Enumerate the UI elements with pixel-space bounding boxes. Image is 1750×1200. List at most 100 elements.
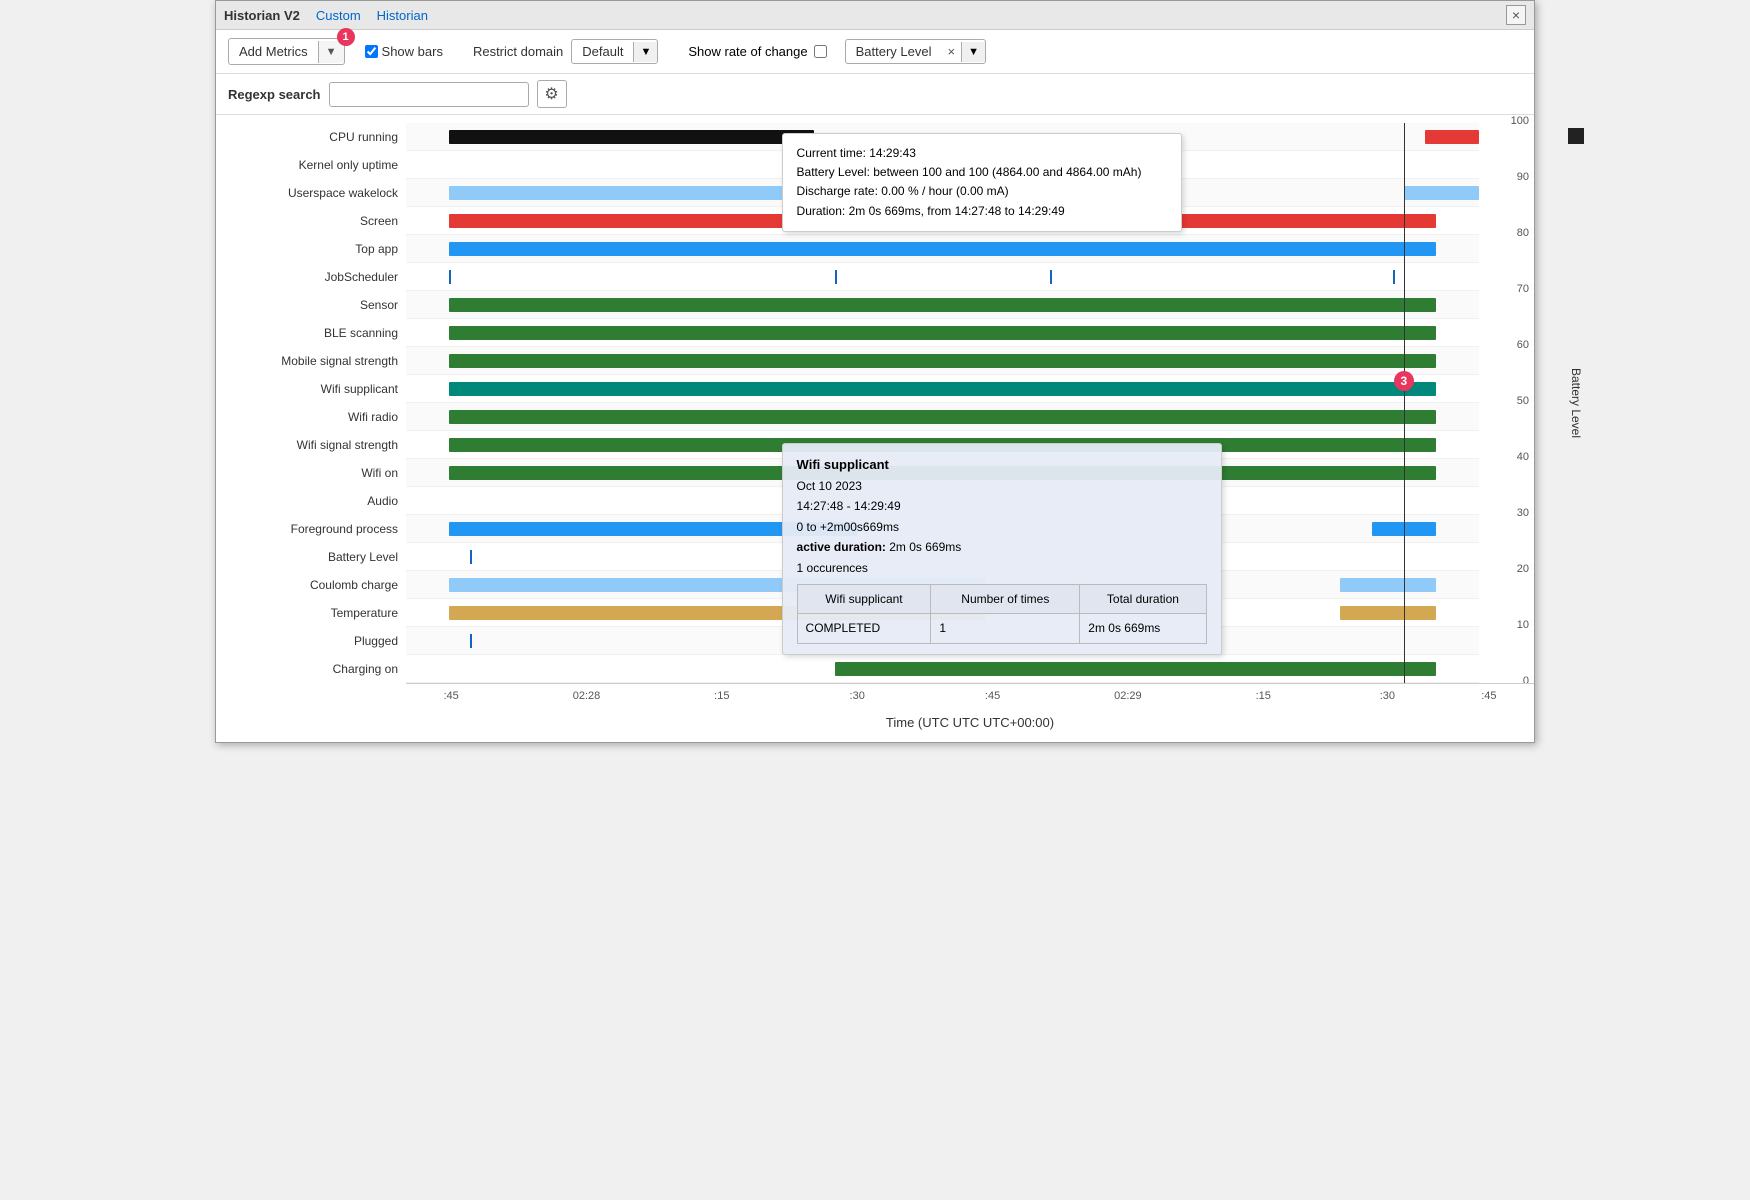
- x-axis: :4502:28:15:30:4502:29:15:30:45: [406, 683, 1534, 711]
- y-axis-label: 60: [1517, 339, 1529, 351]
- metric-bar: [449, 298, 1436, 312]
- restrict-domain-arrow[interactable]: ▼: [633, 42, 657, 62]
- y-axis: Battery Level 1009080706050403020100: [1479, 123, 1534, 683]
- battery-legend-square: [1568, 128, 1584, 144]
- chart-row: Charging on: [406, 655, 1479, 683]
- search-bar: Regexp search ⚙: [216, 74, 1534, 115]
- metric-label: Wifi signal strength: [216, 438, 406, 452]
- restrict-domain-label: Restrict domain: [473, 44, 563, 59]
- metric-bar: [449, 242, 1436, 256]
- battery-level-close-icon[interactable]: ×: [941, 40, 961, 63]
- y-axis-label: 100: [1511, 115, 1529, 127]
- title-bar: Historian V2 Custom Historian ×: [216, 1, 1534, 30]
- show-bars-label: Show bars: [382, 44, 443, 59]
- metric-bar: [449, 410, 1436, 424]
- metric-bar-area: [406, 403, 1479, 430]
- metric-label: Temperature: [216, 606, 406, 620]
- battery-level-button[interactable]: Battery Level × ▼: [845, 39, 986, 64]
- y-axis-label: 20: [1517, 563, 1529, 575]
- show-bars-checkbox[interactable]: [365, 45, 378, 58]
- x-axis-label: :45: [443, 690, 458, 702]
- chart-row: JobScheduler: [406, 263, 1479, 291]
- x-axis-label: :45: [985, 690, 1000, 702]
- battery-level-label: Battery Level: [846, 40, 942, 63]
- chart-area: CPU runningKernel only uptimeUserspace w…: [406, 123, 1479, 683]
- table-header-0: Wifi supplicant: [797, 585, 931, 614]
- tooltip-upper: Current time: 14:29:43 Battery Level: be…: [782, 133, 1182, 232]
- x-axis-label: :30: [850, 690, 865, 702]
- restrict-domain-group: Restrict domain Default ▼: [473, 39, 658, 64]
- metric-bar-area: [406, 375, 1479, 402]
- metric-label: Screen: [216, 214, 406, 228]
- metric-bar-area: [406, 263, 1479, 290]
- x-axis-label: :15: [1256, 690, 1271, 702]
- metric-tick: [1393, 270, 1395, 284]
- chart-row: Top app: [406, 235, 1479, 263]
- badge-3: 3: [1394, 371, 1414, 391]
- tooltip-lower-offset: 0 to +2m00s669ms: [797, 517, 1207, 537]
- tooltip-lower-table: Wifi supplicant Number of times Total du…: [797, 584, 1207, 644]
- window-title: Historian V2: [224, 8, 300, 23]
- tooltip-line2: Battery Level: between 100 and 100 (4864…: [797, 163, 1167, 182]
- table-cell-0-0: COMPLETED: [797, 614, 931, 643]
- y-axis-label: 70: [1517, 283, 1529, 295]
- add-metrics-badge: 1: [337, 28, 355, 46]
- metric-label: Audio: [216, 494, 406, 508]
- metric-tick: [835, 270, 837, 284]
- tab-custom[interactable]: Custom: [316, 8, 361, 23]
- metric-bar-area: [406, 319, 1479, 346]
- metric-label: Mobile signal strength: [216, 354, 406, 368]
- settings-button[interactable]: ⚙: [537, 80, 567, 108]
- x-axis-label: :45: [1481, 690, 1496, 702]
- metric-label: Plugged: [216, 634, 406, 648]
- restrict-domain-select[interactable]: Default ▼: [571, 39, 658, 64]
- metric-bar: [1340, 606, 1437, 620]
- y-axis-label: 10: [1517, 619, 1529, 631]
- y-axis-label: 50: [1517, 395, 1529, 407]
- show-rate-checkbox[interactable]: [814, 45, 827, 58]
- x-axis-label: 02:29: [1114, 690, 1142, 702]
- metric-label: Wifi on: [216, 466, 406, 480]
- metric-label: Kernel only uptime: [216, 158, 406, 172]
- metric-tick: [470, 550, 472, 564]
- tooltip-lower-date: Oct 10 2023: [797, 476, 1207, 496]
- metric-label: Charging on: [216, 662, 406, 676]
- metric-bar: [449, 130, 814, 144]
- metric-label: Sensor: [216, 298, 406, 312]
- metric-label: JobScheduler: [216, 270, 406, 284]
- battery-level-sidebar-label: Battery Level: [1569, 368, 1583, 438]
- add-metrics-button[interactable]: Add Metrics ▼: [228, 38, 345, 65]
- search-input[interactable]: [329, 82, 529, 107]
- metric-bar: [1404, 186, 1479, 200]
- y-axis-label: 30: [1517, 507, 1529, 519]
- x-axis-label: :15: [714, 690, 729, 702]
- close-button[interactable]: ×: [1506, 5, 1526, 25]
- tooltip-lower: Wifi supplicant Oct 10 2023 14:27:48 - 1…: [782, 443, 1222, 655]
- cursor-line: [1404, 123, 1405, 683]
- battery-level-arrow-icon[interactable]: ▼: [961, 42, 985, 62]
- chart-row: Sensor: [406, 291, 1479, 319]
- metric-bar: [1425, 130, 1479, 144]
- metric-bar: [449, 382, 1436, 396]
- table-cell-0-2: 2m 0s 669ms: [1080, 614, 1206, 643]
- metric-label: Battery Level: [216, 550, 406, 564]
- search-label: Regexp search: [228, 87, 321, 102]
- metric-bar: [835, 662, 1436, 676]
- metric-label: Userspace wakelock: [216, 186, 406, 200]
- metric-label: BLE scanning: [216, 326, 406, 340]
- x-axis-title: Time (UTC UTC UTC+00:00): [406, 711, 1534, 734]
- tab-historian[interactable]: Historian: [377, 8, 428, 23]
- x-axis-label: 02:28: [573, 690, 601, 702]
- toolbar: Add Metrics ▼ 1 Show bars Restrict domai…: [216, 30, 1534, 74]
- metric-label: Foreground process: [216, 522, 406, 536]
- metric-tick: [470, 634, 472, 648]
- tooltip-lower-active-val: 2m 0s 669ms: [889, 540, 961, 554]
- chart-row: BLE scanning: [406, 319, 1479, 347]
- add-metrics-label: Add Metrics: [229, 39, 318, 64]
- y-axis-label: 80: [1517, 227, 1529, 239]
- metric-bar: [449, 354, 1436, 368]
- metric-label: CPU running: [216, 130, 406, 144]
- metric-label: Wifi radio: [216, 410, 406, 424]
- tooltip-line1: Current time: 14:29:43: [797, 144, 1167, 163]
- show-bars-checkbox-label[interactable]: Show bars: [365, 44, 443, 59]
